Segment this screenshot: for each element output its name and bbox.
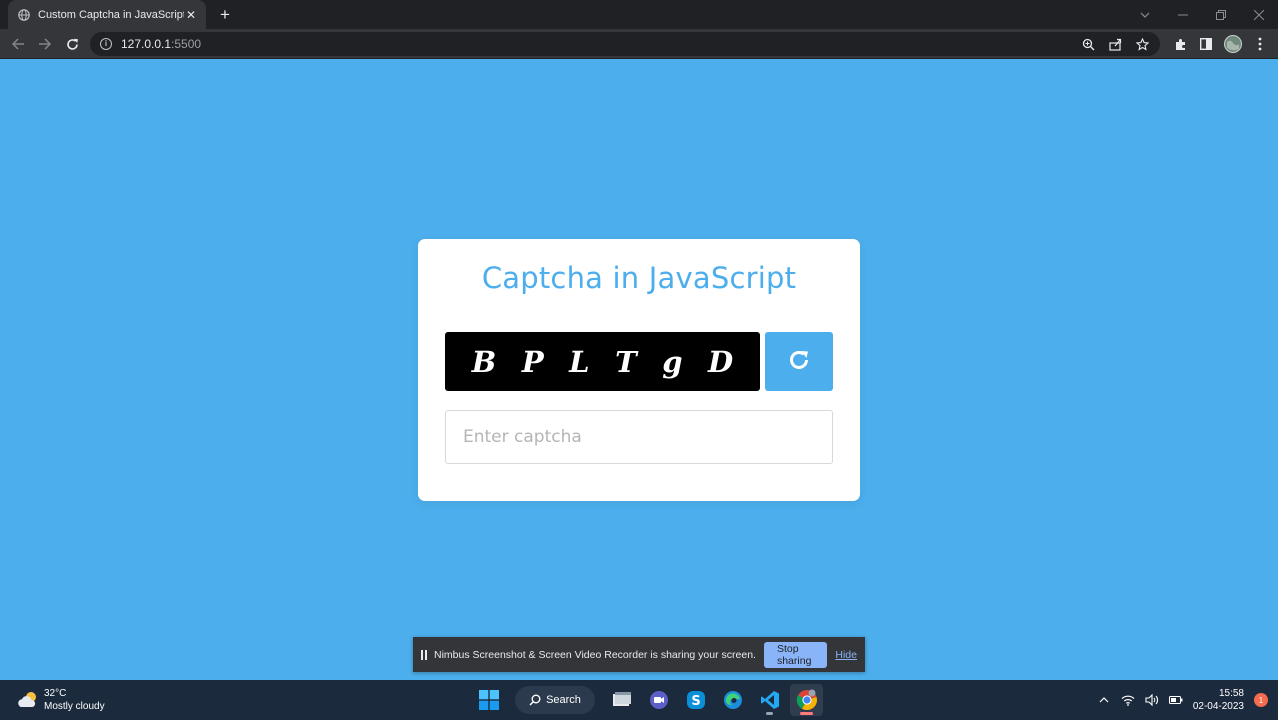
- taskbar-apps: Search S: [472, 684, 823, 716]
- screen-share-bar: Nimbus Screenshot & Screen Video Recorde…: [413, 637, 865, 672]
- clock-time: 15:58: [1218, 688, 1244, 699]
- back-arrow-icon[interactable]: [8, 34, 28, 54]
- chrome-icon[interactable]: [790, 684, 823, 716]
- edge-icon[interactable]: [716, 684, 749, 716]
- hide-link[interactable]: Hide: [835, 649, 857, 661]
- refresh-captcha-button[interactable]: [765, 332, 833, 391]
- browser-tab-bar: Custom Captcha in JavaScript ✕ +: [0, 0, 1278, 29]
- close-window-button[interactable]: [1240, 0, 1278, 29]
- restore-button[interactable]: [1202, 0, 1240, 29]
- page-title: Captcha in JavaScript: [481, 261, 797, 295]
- reload-icon[interactable]: [62, 34, 82, 54]
- share-icon[interactable]: [1106, 35, 1125, 54]
- browser-tab[interactable]: Custom Captcha in JavaScript ✕: [8, 0, 206, 29]
- globe-icon: [18, 8, 30, 21]
- taskbar-search-button[interactable]: Search: [515, 686, 595, 714]
- captcha-input[interactable]: [445, 410, 833, 464]
- address-bar[interactable]: i 127.0.0.1:5500: [90, 32, 1160, 56]
- teams-icon[interactable]: [642, 684, 675, 716]
- side-panel-icon[interactable]: [1196, 34, 1216, 54]
- menu-kebab-icon[interactable]: [1250, 34, 1270, 54]
- system-tray: 15:58 02-04-2023 1: [1097, 680, 1268, 720]
- running-indicator: [766, 712, 773, 715]
- refresh-icon: [787, 348, 811, 376]
- search-icon: [529, 691, 541, 710]
- bookmark-star-icon[interactable]: [1133, 35, 1152, 54]
- captcha-card: Captcha in JavaScript BPLTgD: [418, 239, 860, 501]
- stop-sharing-button[interactable]: Stop sharing: [763, 641, 828, 668]
- extensions-puzzle-icon[interactable]: [1170, 34, 1190, 54]
- start-icon[interactable]: [472, 684, 505, 716]
- weather-cloud-icon: [16, 690, 40, 710]
- skype-icon[interactable]: S: [679, 684, 712, 716]
- volume-icon[interactable]: [1145, 693, 1159, 707]
- share-message: Nimbus Screenshot & Screen Video Recorde…: [434, 648, 756, 661]
- url-port: :5500: [171, 37, 202, 51]
- chevron-up-icon[interactable]: [1097, 693, 1111, 707]
- captcha-char: g: [662, 344, 683, 379]
- weather-temp: 32°C: [44, 688, 67, 699]
- taskbar: 32°C Mostly cloudy Search S 15:58 02-04-…: [0, 680, 1278, 720]
- new-tab-button[interactable]: +: [216, 6, 234, 24]
- weather-widget[interactable]: 32°C Mostly cloudy: [16, 687, 105, 713]
- close-tab-icon[interactable]: ✕: [184, 8, 198, 22]
- site-info-icon[interactable]: i: [100, 38, 112, 50]
- battery-icon[interactable]: [1168, 693, 1183, 707]
- url-host: 127.0.0.1: [121, 37, 172, 51]
- search-label: Search: [546, 694, 581, 706]
- notification-badge[interactable]: 1: [1254, 693, 1268, 707]
- file-explorer-icon[interactable]: [605, 684, 638, 716]
- window-controls: [1126, 0, 1278, 29]
- clock-date: 02-04-2023: [1192, 701, 1244, 712]
- captcha-char: T: [615, 344, 637, 379]
- vscode-icon[interactable]: [753, 684, 786, 716]
- weather-desc: Mostly cloudy: [44, 701, 105, 712]
- captcha-display: BPLTgD: [445, 332, 760, 391]
- browser-toolbar: i 127.0.0.1:5500: [0, 29, 1278, 59]
- tab-search-icon[interactable]: [1126, 0, 1164, 29]
- tab-title: Custom Captcha in JavaScript: [38, 8, 184, 21]
- forward-arrow-icon[interactable]: [35, 34, 55, 54]
- zoom-icon[interactable]: [1079, 35, 1098, 54]
- profile-avatar[interactable]: [1223, 34, 1243, 54]
- wifi-icon[interactable]: [1121, 693, 1135, 707]
- pause-icon: [421, 649, 427, 660]
- captcha-char: D: [708, 344, 734, 379]
- system-clock[interactable]: 15:58 02-04-2023: [1193, 687, 1244, 713]
- captcha-char: L: [569, 344, 590, 379]
- minimize-button[interactable]: [1164, 0, 1202, 29]
- svg-text:S: S: [691, 694, 700, 709]
- captcha-char: P: [521, 344, 544, 379]
- captcha-char: B: [471, 344, 497, 379]
- active-app-indicator: [800, 712, 813, 715]
